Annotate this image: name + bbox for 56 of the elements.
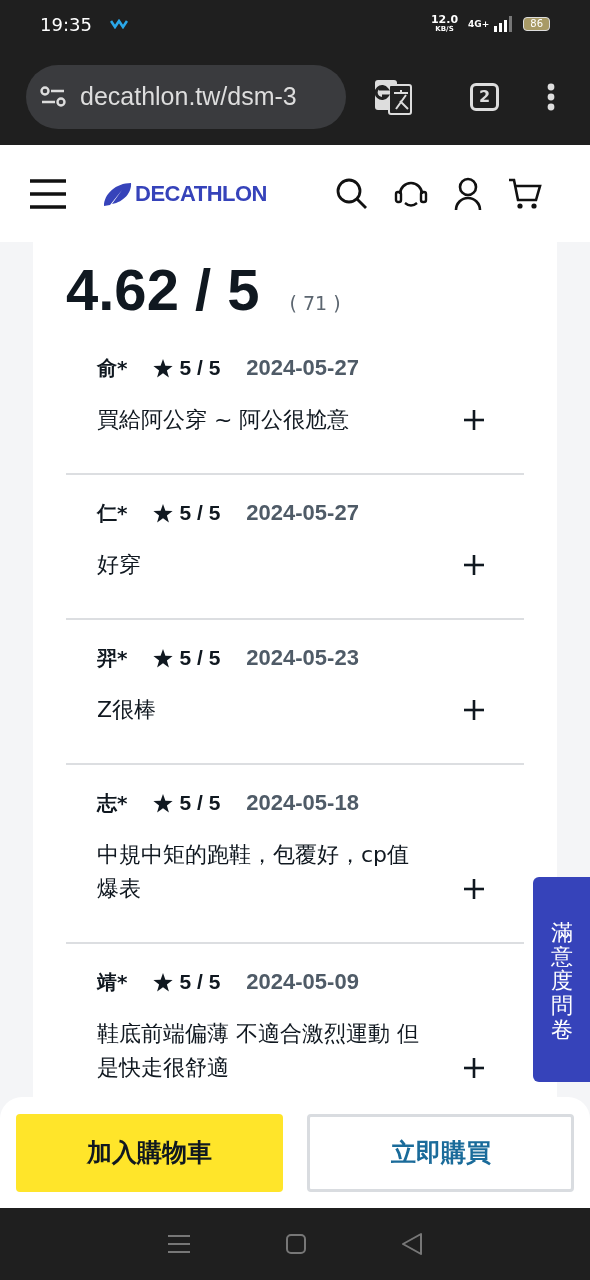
plus-icon[interactable] [464, 879, 484, 899]
site-settings-icon[interactable] [40, 85, 66, 108]
star-icon [153, 972, 174, 992]
star-icon [153, 503, 174, 523]
plus-icon[interactable] [464, 700, 484, 720]
cart-icon[interactable] [508, 177, 542, 210]
menu-icon[interactable] [30, 178, 66, 209]
review-rating: 5 / 5 [179, 356, 221, 380]
review-date: 2024-05-27 [246, 500, 359, 526]
url-text: decathlon.tw/dsm-3 [80, 82, 297, 111]
survey-tab[interactable]: 滿意度問卷 [533, 877, 590, 1082]
review-date: 2024-05-18 [246, 790, 359, 816]
battery-indicator: 86 [523, 17, 550, 31]
reviewer-name: 靖* [97, 968, 128, 996]
review-text: 中規中矩的跑鞋，包覆好，cp值爆表 [97, 841, 411, 903]
network-type: 4G+ [468, 19, 490, 29]
review-rating: 5 / 5 [179, 791, 221, 815]
reviewer-name: 仁* [97, 499, 128, 527]
menu-icon[interactable] [547, 82, 555, 111]
star-icon [153, 648, 174, 668]
add-to-cart-button[interactable]: 加入購物車 [16, 1113, 283, 1192]
search-icon[interactable] [336, 177, 368, 210]
review-rating: 5 / 5 [179, 970, 221, 994]
reviewer-name: 羿* [97, 644, 128, 672]
review-text: 鞋底前端偏薄 不適合激烈運動 但是快走很舒適 [97, 1020, 420, 1082]
address-bar[interactable]: decathlon.tw/dsm-3 [26, 64, 346, 129]
tab-count-button[interactable]: 2 [470, 82, 499, 111]
app-logo-icon [109, 19, 128, 29]
review-date: 2024-05-09 [246, 969, 359, 995]
buy-now-button[interactable]: 立即購買 [307, 1113, 574, 1192]
clock: 19:35 [40, 13, 92, 35]
review-text: 買給阿公穿 ~ 阿公很尬意 [97, 406, 351, 434]
plus-icon[interactable] [464, 410, 484, 430]
network-speed: 12.0 [430, 15, 459, 25]
translate-icon[interactable] [374, 78, 412, 115]
plus-icon[interactable] [464, 555, 484, 575]
account-icon[interactable] [454, 176, 482, 211]
star-icon [153, 793, 174, 813]
brand-logo[interactable]: DECATHLON [135, 180, 267, 207]
review-text: 好穿 [97, 551, 142, 579]
recent-apps-icon[interactable] [168, 1234, 190, 1254]
review-rating: 5 / 5 [179, 501, 221, 525]
review-date: 2024-05-27 [246, 355, 359, 381]
reviewer-name: 志* [97, 789, 128, 817]
plus-icon[interactable] [464, 1058, 484, 1078]
review-date: 2024-05-23 [246, 645, 359, 671]
average-rating: 4.62 / 5 [66, 258, 260, 322]
review-text: Z很棒 [97, 696, 158, 724]
star-icon [153, 358, 174, 378]
home-icon[interactable] [286, 1234, 306, 1254]
back-icon[interactable] [402, 1233, 422, 1255]
signal-icon [493, 16, 514, 32]
review-rating: 5 / 5 [179, 646, 221, 670]
logo-icon [102, 181, 132, 206]
review-count: ( 71 ) [289, 292, 341, 314]
reviewer-name: 俞* [97, 354, 128, 382]
